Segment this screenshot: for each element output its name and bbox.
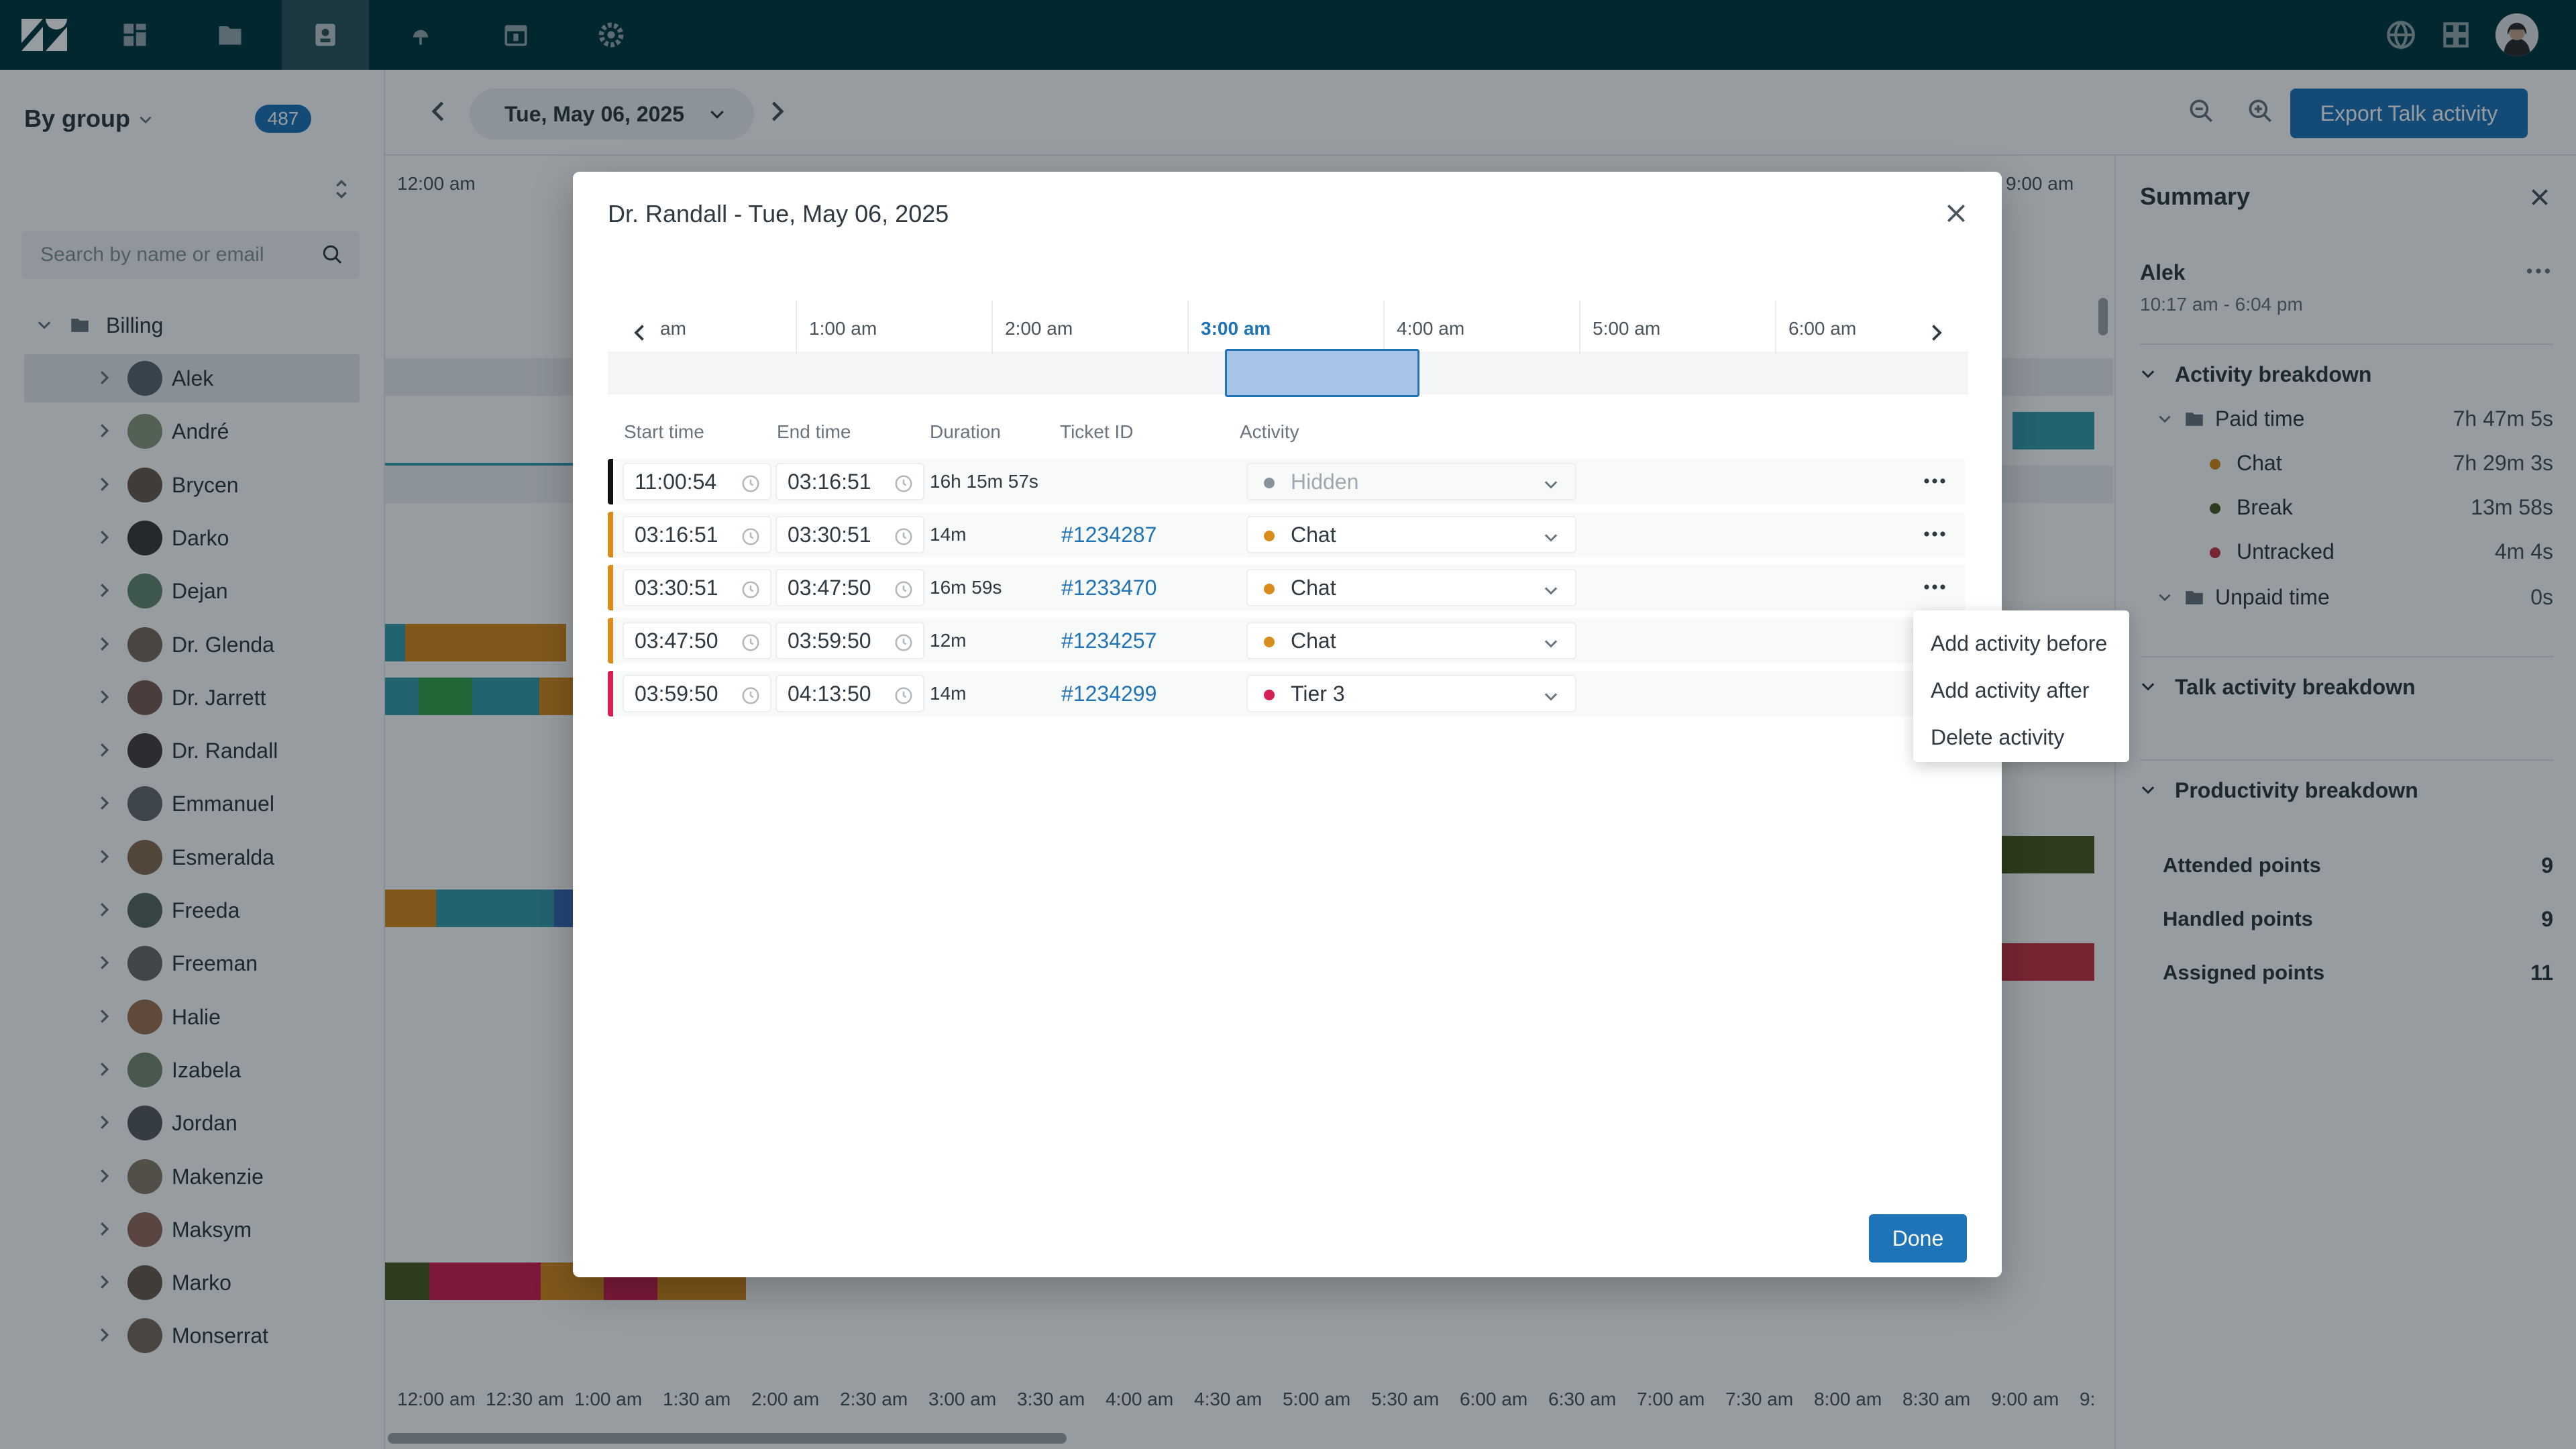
modal-timeline: am 1:00 am 2:00 am 3:00 am 4:00 am 5:00 am 6:0… <box>608 287 1968 397</box>
activity-dot <box>1264 584 1275 594</box>
clock-icon[interactable] <box>741 633 761 653</box>
start-time-input[interactable]: 03:47:50 <box>623 622 771 659</box>
ticket-link[interactable]: #1234287 <box>1061 512 1157 557</box>
start-time-input[interactable]: 03:59:50 <box>623 675 771 712</box>
modal-hour-label: 6:00 am <box>1775 301 1856 354</box>
chevron-down-icon <box>1544 587 1558 595</box>
start-time-input[interactable]: 03:30:51 <box>623 569 771 606</box>
activity-row: 11:00:54 03:16:51 16h 15m 57s Hidden <box>608 459 1966 504</box>
end-time-value: 04:13:50 <box>788 681 871 706</box>
start-time-input[interactable]: 11:00:54 <box>623 463 771 500</box>
start-time-value: 03:47:50 <box>635 628 718 653</box>
activity-select[interactable]: Chat <box>1246 622 1576 659</box>
activity-select[interactable]: Chat <box>1246 516 1576 553</box>
activity-select[interactable]: Hidden <box>1246 463 1576 500</box>
ticket-link[interactable]: #1234299 <box>1061 671 1157 716</box>
end-time-value: 03:16:51 <box>788 469 871 494</box>
header-ticket-id: Ticket ID <box>1060 421 1134 442</box>
timeline-prev-icon[interactable] <box>628 321 652 345</box>
end-time-input[interactable]: 03:47:50 <box>775 569 924 606</box>
duration-value: 12m <box>930 630 967 651</box>
modal-hour-label: 4:00 am <box>1383 301 1464 354</box>
row-more-options-icon[interactable] <box>1923 471 1947 491</box>
clock-icon[interactable] <box>741 527 761 547</box>
chevron-down-icon <box>1544 693 1558 701</box>
duration-value: 16h 15m 57s <box>930 471 1038 492</box>
start-time-value: 03:59:50 <box>635 681 718 706</box>
activity-context-menu: Add activity before Add activity after D… <box>1913 610 2129 762</box>
end-time-value: 03:47:50 <box>788 575 871 600</box>
end-time-input[interactable]: 04:13:50 <box>775 675 924 712</box>
end-time-value: 03:30:51 <box>788 522 871 547</box>
end-time-input[interactable]: 03:30:51 <box>775 516 924 553</box>
clock-icon[interactable] <box>741 686 761 706</box>
activity-value: Tier 3 <box>1291 681 1345 706</box>
chevron-down-icon <box>1544 640 1558 648</box>
start-time-value: 11:00:54 <box>635 469 717 494</box>
duration-value: 16m 59s <box>930 577 1002 598</box>
chevron-down-icon <box>1544 534 1558 542</box>
header-start-time: Start time <box>624 421 704 442</box>
clock-icon[interactable] <box>741 580 761 600</box>
clock-icon[interactable] <box>894 686 914 706</box>
activity-dot <box>1264 690 1275 700</box>
activity-row: 03:59:50 04:13:50 14m #1234299 Tier 3 <box>608 671 1966 716</box>
activity-color-stripe <box>608 459 613 504</box>
activity-dot <box>1264 531 1275 541</box>
activity-dot <box>1264 478 1275 488</box>
row-more-options-icon[interactable] <box>1923 524 1947 544</box>
ticket-link[interactable]: #1234257 <box>1061 618 1157 663</box>
start-time-value: 03:16:51 <box>635 522 718 547</box>
end-time-input[interactable]: 03:16:51 <box>775 463 924 500</box>
activity-select[interactable]: Chat <box>1246 569 1576 606</box>
activity-dot <box>1264 637 1275 647</box>
end-time-value: 03:59:50 <box>788 628 871 653</box>
modal-title: Dr. Randall - Tue, May 06, 2025 <box>608 200 949 227</box>
end-time-input[interactable]: 03:59:50 <box>775 622 924 659</box>
modal-hour-label: 2:00 am <box>991 301 1073 354</box>
clock-icon[interactable] <box>894 474 914 494</box>
menu-add-activity-before[interactable]: Add activity before <box>1913 620 2129 667</box>
duration-value: 14m <box>930 524 967 545</box>
modal-hour-label: 1:00 am <box>796 301 877 354</box>
clock-icon[interactable] <box>894 633 914 653</box>
clock-icon[interactable] <box>741 474 761 494</box>
duration-value: 14m <box>930 683 967 704</box>
activity-row: 03:16:51 03:30:51 14m #1234287 Chat <box>608 512 1966 557</box>
done-button[interactable]: Done <box>1869 1214 1967 1263</box>
timeline-next-icon[interactable] <box>1924 321 1948 345</box>
menu-delete-activity[interactable]: Delete activity <box>1913 714 2129 761</box>
activity-value: Chat <box>1291 575 1336 600</box>
activity-color-stripe <box>608 565 613 610</box>
clock-icon[interactable] <box>894 527 914 547</box>
header-end-time: End time <box>777 421 851 442</box>
start-time-value: 03:30:51 <box>635 575 718 600</box>
activity-color-stripe <box>608 618 613 663</box>
selected-time-window[interactable] <box>1225 349 1419 397</box>
modal-hour-label: am <box>660 318 686 339</box>
close-icon[interactable] <box>1943 200 1970 227</box>
activity-row: 03:47:50 03:59:50 12m #1234257 Chat <box>608 618 1966 663</box>
activity-select[interactable]: Tier 3 <box>1246 675 1576 712</box>
ticket-link[interactable]: #1233470 <box>1061 565 1157 610</box>
menu-add-activity-after[interactable]: Add activity after <box>1913 667 2129 714</box>
activity-color-stripe <box>608 671 613 716</box>
activity-color-stripe <box>608 512 613 557</box>
activity-value: Chat <box>1291 628 1336 653</box>
activity-value: Chat <box>1291 522 1336 547</box>
chevron-down-icon <box>1544 481 1558 489</box>
header-activity: Activity <box>1240 421 1299 442</box>
clock-icon[interactable] <box>894 580 914 600</box>
header-duration: Duration <box>930 421 1001 442</box>
edit-activity-modal: Dr. Randall - Tue, May 06, 2025 am 1:00 a… <box>573 172 2002 1277</box>
modal-hour-label: 3:00 am <box>1187 301 1271 354</box>
activity-row: 03:30:51 03:47:50 16m 59s #1233470 Chat <box>608 565 1966 610</box>
modal-hour-label: 5:00 am <box>1579 301 1660 354</box>
row-more-options-icon[interactable] <box>1923 577 1947 597</box>
activity-value: Hidden <box>1291 469 1359 494</box>
start-time-input[interactable]: 03:16:51 <box>623 516 771 553</box>
